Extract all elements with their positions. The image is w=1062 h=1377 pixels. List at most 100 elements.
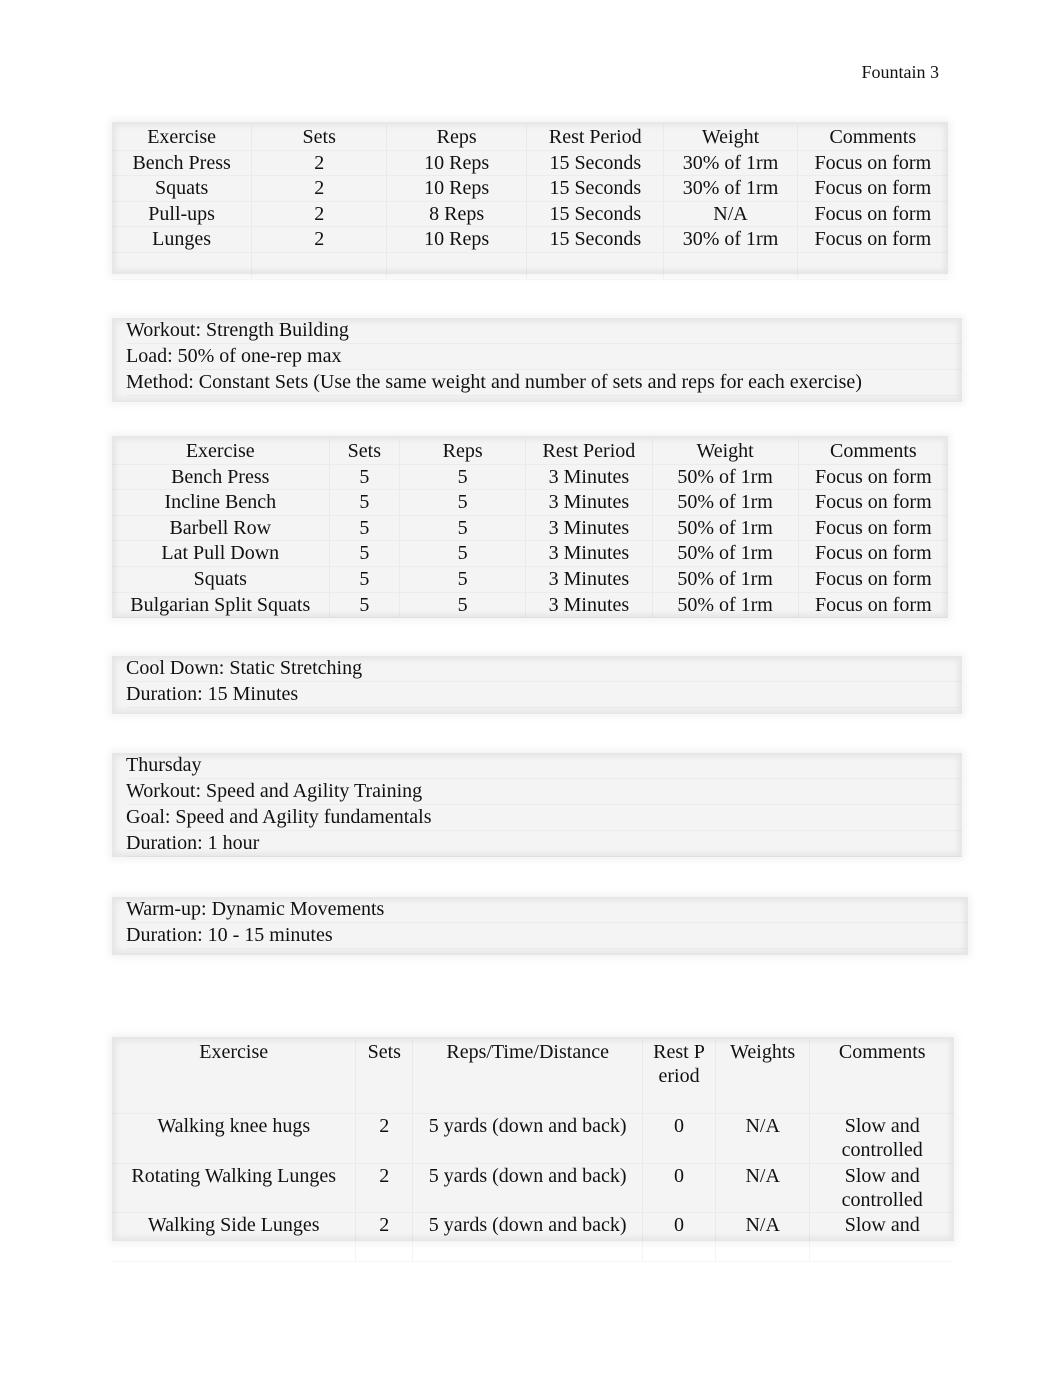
cell-reps: 5 [399,489,526,516]
column-header-sets: Sets [328,439,400,465]
cell-weight: 30% of 1rm [663,175,798,202]
cell-sets: 2 [355,1113,413,1164]
table-row: Squats 5 5 3 Minutes 50% of 1rm Focus on… [112,566,948,593]
cell-sets: 2 [251,226,387,253]
workout-line: Workout: Speed and Agility Training [126,779,962,805]
cell-sets: 5 [328,464,400,490]
cell-weight: 50% of 1rm [651,540,799,567]
strength-building-info: Workout: Strength Building Load: 50% of … [112,318,962,402]
cell-comments: Focus on form [797,489,948,516]
exercise-table-2: Exercise Sets Reps Rest Period Weight Co… [112,439,948,618]
table-row: Bulgarian Split Squats 5 5 3 Minutes 50%… [112,592,948,618]
cell-comments: Slow and [809,1212,954,1262]
cell-exercise: Barbell Row [169,516,272,539]
method-line: Method: Constant Sets (Use the same weig… [126,370,962,396]
cell-rest: 3 Minutes [525,464,653,490]
cell-distance: 5 yards (down and back) [412,1212,643,1262]
cell-sets: 5 [328,566,400,593]
column-header-reps: Reps [386,125,527,151]
cell-rest: 0 [642,1113,716,1164]
duration-line: Duration: 15 Minutes [126,682,962,708]
load-line: Load: 50% of one-rep max [126,344,962,370]
column-header-reps-time-distance: Reps/Time/Distance [412,1040,643,1114]
table-row: Squats 2 10 Reps 15 Seconds 30% of 1rm F… [112,175,948,202]
cell-rest: 15 Seconds [526,226,664,253]
table-row: Incline Bench 5 5 3 Minutes 50% of 1rm F… [112,489,948,516]
cell-weight: 50% of 1rm [651,464,799,490]
column-header-exercise: Exercise [199,1041,269,1063]
cell-weight: 50% of 1rm [651,489,799,516]
cell-exercise: Squats [193,567,247,590]
warmup-exercise-table: Exercise Sets Reps Rest Period Weight Co… [112,122,948,280]
workout-line: Workout: Strength Building [126,318,962,344]
cell-comments: Focus on form [797,592,948,618]
cell-comments: Focus on form [797,540,948,567]
cell-comments: Focus on form [797,464,948,490]
cell-empty [663,252,798,280]
cell-reps: 5 [399,592,526,618]
cell-reps: 10 Reps [386,226,527,253]
running-head: Fountain 3 [861,62,939,82]
column-header-weight: Weight [663,125,798,151]
column-header-comments: Comments [797,439,948,465]
cell-comments: Focus on form [797,566,948,593]
column-header-sets: Sets [355,1040,413,1114]
table-header-row: Exercise Sets Reps Rest Period Weight Co… [112,125,948,151]
cell-weights: N/A [714,1212,810,1262]
table-row: Bench Press 5 5 3 Minutes 50% of 1rm Foc… [112,464,948,490]
cell-rest: 3 Minutes [525,540,653,567]
table-row-empty [112,252,948,280]
cell-empty [386,252,527,280]
table-row: Lat Pull Down 5 5 3 Minutes 50% of 1rm F… [112,540,948,567]
cell-comments: Slow and controlled [809,1163,954,1213]
table-header-row: Exercise Sets Reps Rest Period Weight Co… [112,439,948,465]
table-header-row: Exercise Sets Reps/Time/Distance Rest Pe… [112,1040,954,1114]
cooldown-info: Cool Down: Static Stretching Duration: 1… [112,656,962,714]
cell-weight: 30% of 1rm [663,226,798,253]
cell-comments: Focus on form [797,515,948,541]
cell-exercise: Lunges [152,228,212,251]
column-header-comments: Comments [809,1040,954,1114]
cell-rest: 0 [642,1212,716,1262]
cell-distance: 5 yards (down and back) [412,1113,643,1164]
cell-reps: 5 [399,540,526,567]
cell-reps: 5 [399,515,526,541]
comment-text: Slow and controlled [841,1115,923,1161]
column-header-weights: Weights [714,1040,810,1114]
cell-exercise: Bulgarian Split Squats [130,593,311,616]
cell-weight: 50% of 1rm [651,592,799,618]
cell-comments: Focus on form [796,226,948,253]
cell-reps: 5 [399,464,526,490]
cell-comments: Focus on form [796,150,948,176]
agility-exercise-table: Exercise Sets Reps/Time/Distance Rest Pe… [112,1037,954,1262]
cell-sets: 5 [328,592,400,618]
cell-rest: 3 Minutes [525,566,653,593]
table-row: Walking Side Lunges 2 5 yards (down and … [112,1212,954,1262]
cell-sets: 2 [251,201,387,227]
day-line: Thursday [126,753,962,779]
cell-exercise: Incline Bench [164,491,277,514]
cell-rest: 3 Minutes [525,592,653,618]
cell-weight: 50% of 1rm [651,566,799,593]
goal-line: Goal: Speed and Agility fundamentals [126,805,962,831]
cell-exercise: Bench Press [132,151,231,174]
column-header-rest-period: Rest Period [526,125,664,151]
cell-exercise: Squats [154,177,209,200]
table-row: Walking knee hugs 2 5 yards (down and ba… [112,1113,954,1164]
cell-sets: 5 [328,489,400,516]
warmup-info: Warm-up: Dynamic Movements Duration: 10 … [112,897,968,955]
cell-rest: 3 Minutes [525,515,653,541]
table-row: Pull-ups 2 8 Reps 15 Seconds N/A Focus o… [112,201,948,227]
column-header-exercise: Exercise [147,126,217,148]
column-header-sets: Sets [251,125,387,151]
cell-weight: N/A [663,201,798,227]
cell-exercise: Lat Pull Down [161,542,280,565]
cell-rest: 15 Seconds [526,175,664,202]
cell-empty [112,252,252,279]
column-header-exercise: Exercise [185,440,255,462]
cell-rest: 3 Minutes [525,489,653,516]
table-row: Rotating Walking Lunges 2 5 yards (down … [112,1163,954,1213]
column-header-comments: Comments [796,125,948,151]
cell-rest: 15 Seconds [526,150,664,176]
cell-empty [526,252,664,280]
